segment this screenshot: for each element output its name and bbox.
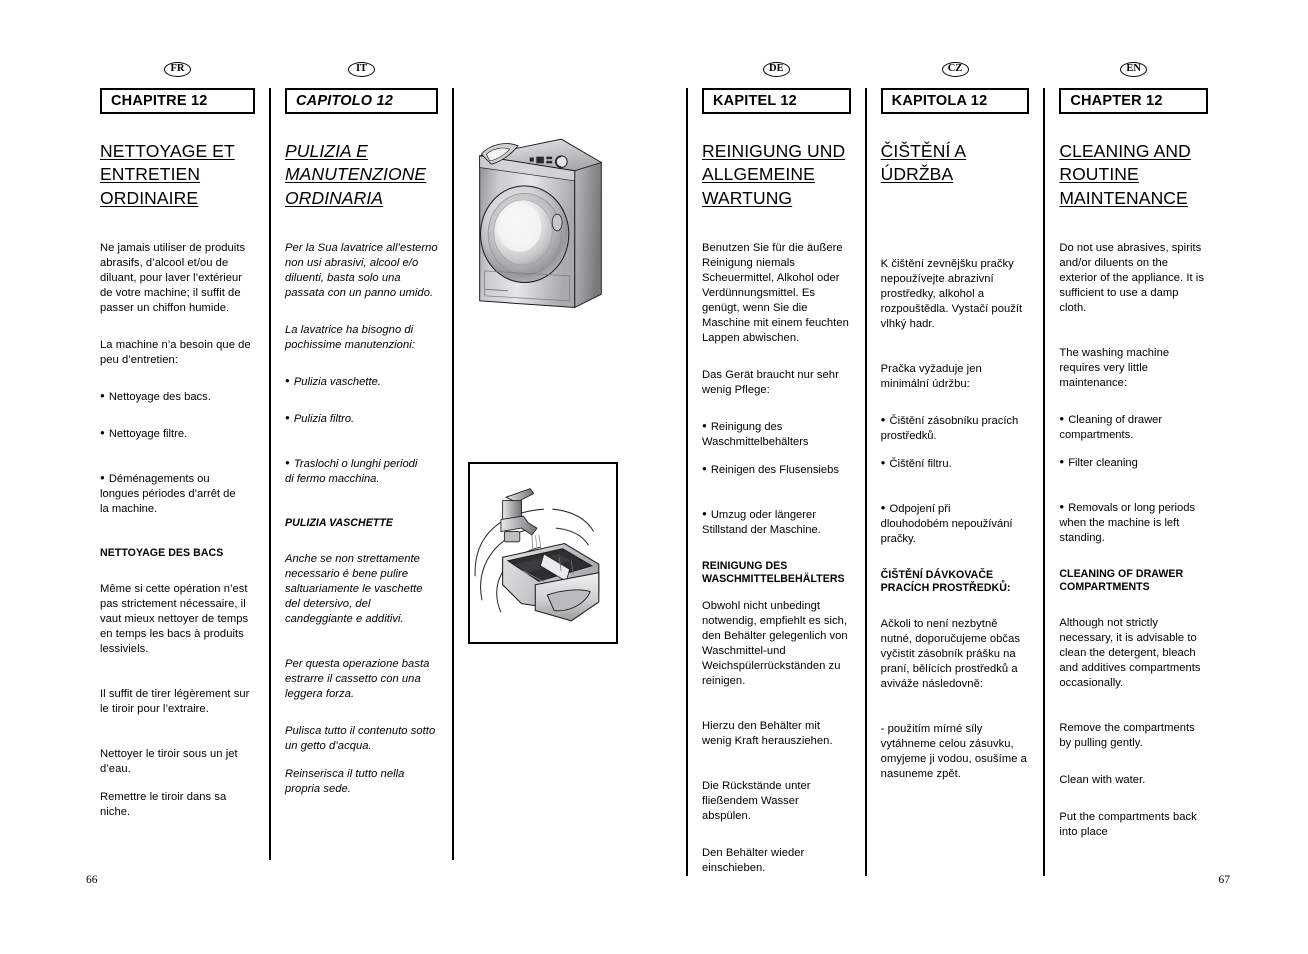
- bullet-item: Pulizia vaschette.: [285, 375, 438, 390]
- page-left-columns: FR CHAPITRE 12 NETTOYAGE ET ENTRETIEN OR…: [86, 62, 636, 860]
- language-badge-row-cz: CZ: [867, 62, 1044, 82]
- chapter-box-en: CHAPTER 12: [1059, 88, 1209, 114]
- intro-text-cz: K čištění zevnějšku pračky nepoužívejte …: [880, 257, 1023, 330]
- lead-text-de: Das Gerät braucht nur sehr wenig Pflege:: [702, 368, 839, 396]
- section-title-en-line-3: MAINTENANCE: [1059, 187, 1188, 208]
- bullet-item: Čištění zásobníku pracích prostředků.: [881, 414, 1030, 444]
- chapter-box-de: KAPITEL 12: [702, 88, 851, 114]
- sub-head-fr: NETTOYAGE DES BACS: [100, 546, 224, 559]
- section-title-cz: ČIŠTĚNÍ A ÚDRŽBA: [881, 140, 1030, 187]
- language-badge-en: EN: [1120, 62, 1148, 77]
- paragraph: Put the compartments back into place: [1059, 811, 1197, 839]
- column-cz: CZ KAPITOLA 12 ČIŠTĚNÍ A ÚDRŽBA K čištěn…: [864, 62, 1044, 877]
- paragraph: Clean with water.: [1059, 774, 1146, 787]
- section-title-it-line-3: ORDINARIA: [285, 187, 384, 208]
- manual-page-spread: FR CHAPITRE 12 NETTOYAGE ET ENTRETIEN OR…: [0, 0, 1308, 954]
- chapter-box-cz: KAPITOLA 12: [880, 88, 1030, 114]
- paragraph: Die Rückstände unter fließendem Wasser a…: [702, 780, 811, 823]
- section-title-de: REINIGUNG UND ALLGEMEINE WARTUNG: [702, 140, 851, 210]
- bullet-item: Pulizia filtro.: [285, 412, 438, 427]
- paragraph: Reinserisca il tutto nella propria sede.: [285, 768, 405, 796]
- section-title-cz-line-1: ČIŠTĚNÍ A ÚDRŽBA: [880, 141, 967, 185]
- column-it: IT CAPITOLO 12 PULIZIA E MANUTENZIONE OR…: [269, 62, 452, 860]
- paragraph: Den Behälter wieder einschieben.: [702, 847, 805, 875]
- intro-text-fr: Ne jamais utiliser de produits abrasifs,…: [100, 241, 246, 314]
- lead-text-fr: La machine n’a besoin que de peu d’entre…: [100, 338, 251, 366]
- paragraph: Même si cette opération n’est pas strict…: [100, 583, 249, 656]
- section-title-fr: NETTOYAGE ET ENTRETIEN ORDINAIRE: [100, 140, 255, 210]
- section-title-fr-line-2: ENTRETIEN: [100, 164, 201, 185]
- intro-text-it: Per la Sua lavatrice all’esterno non usi…: [285, 241, 438, 299]
- chapter-box-it: CAPITOLO 12: [285, 88, 438, 114]
- paragraph: Anche se non strettamente necessario é b…: [285, 553, 423, 626]
- language-badge-it: IT: [348, 62, 375, 77]
- section-title-it-line-1: PULIZIA E: [285, 141, 368, 161]
- page-right: DE KAPITEL 12 REINIGUNG UND ALLGEMEINE W…: [654, 0, 1308, 954]
- bullet-item: Filter cleaning: [1059, 456, 1208, 471]
- chapter-box-fr: CHAPITRE 12: [100, 88, 255, 114]
- page-number-right: 67: [1218, 874, 1231, 886]
- paragraph: Remove the compartments by pulling gentl…: [1059, 722, 1195, 750]
- paragraph: Hierzu den Behälter mit wenig Kraft hera…: [702, 720, 833, 748]
- paragraph: Pulisca tutto il contenuto sotto un gett…: [285, 725, 436, 753]
- lead-text-en: The washing machine requires very little…: [1059, 346, 1170, 389]
- language-badge-row-fr: FR: [86, 62, 269, 82]
- section-title-fr-line-1: NETTOYAGE ET: [100, 141, 235, 161]
- bullet-item: Cleaning of drawer compartments.: [1059, 413, 1208, 443]
- illustration-washing-machine: [468, 110, 618, 340]
- language-badge-row-en: EN: [1045, 62, 1222, 82]
- section-title-en: CLEANING AND ROUTINE MAINTENANCE: [1059, 140, 1208, 210]
- language-badge-de: DE: [762, 62, 790, 77]
- column-en: EN CHAPTER 12 CLEANING AND ROUTINE MAINT…: [1043, 62, 1222, 877]
- section-title-it: PULIZIA E MANUTENZIONE ORDINARIA: [285, 140, 438, 210]
- lead-text-cz: Pračka vyžaduje jen minimální údržbu:: [880, 362, 982, 390]
- section-title-fr-line-3: ORDINAIRE: [100, 187, 199, 208]
- bullet-item: Nettoyage des bacs.: [100, 390, 255, 405]
- column-fr: FR CHAPITRE 12 NETTOYAGE ET ENTRETIEN OR…: [86, 62, 269, 860]
- paragraph: Remettre le tiroir dans sa niche.: [100, 791, 227, 819]
- paragraph: Il suffit de tirer légèrement sur le tir…: [100, 688, 250, 716]
- bullet-item: Reinigung des Waschmittelbehälters: [702, 420, 851, 450]
- intro-text-de: Benutzen Sie für die äußere Reinigung ni…: [702, 241, 849, 344]
- bullet-item: Čištění filtru.: [881, 457, 1030, 472]
- language-badge-fr: FR: [164, 62, 191, 77]
- section-title-it-line-2: MANUTENZIONE: [285, 164, 427, 185]
- section-title-de-line-3: WARTUNG: [702, 187, 793, 208]
- section-title-en-line-2: ROUTINE: [1059, 164, 1139, 185]
- sub-head-cz: ČIŠTĚNÍ DÁVKOVAČE PRACÍCH PROSTŘEDKŮ:: [880, 568, 1011, 594]
- column-illustrations: [452, 88, 632, 860]
- language-badge-row-it: IT: [271, 62, 452, 82]
- paragraph: Although not strictly necessary, it is a…: [1059, 617, 1201, 690]
- sub-head-de: REINIGUNG DES WASCHMITTELBEHÄLTERS: [702, 559, 845, 586]
- bullet-item: Reinigen des Flusensiebs: [702, 463, 851, 478]
- spread: FR CHAPITRE 12 NETTOYAGE ET ENTRETIEN OR…: [0, 0, 1308, 954]
- intro-text-en: Do not use abrasives, spirits and/or dil…: [1059, 241, 1204, 314]
- page-left: FR CHAPITRE 12 NETTOYAGE ET ENTRETIEN OR…: [0, 0, 654, 954]
- lead-text-it: La lavatrice ha bisogno di pochissime ma…: [285, 323, 415, 351]
- section-title-de-line-1: REINIGUNG UND: [702, 141, 846, 161]
- section-title-en-line-1: CLEANING AND: [1059, 141, 1191, 161]
- bullet-item: Umzug oder längerer Stillstand der Masch…: [702, 508, 851, 538]
- sub-head-it: PULIZIA VASCHETTE: [285, 516, 393, 529]
- language-badge-cz: CZ: [941, 62, 969, 77]
- bullet-item: Déménagements ou longues périodes d’arrê…: [100, 472, 255, 517]
- page-number-left: 66: [86, 874, 98, 886]
- paragraph: Nettoyer le tiroir sous un jet d’eau.: [100, 748, 238, 776]
- bullet-item: Traslochi o lunghi periodi di fermo macc…: [285, 457, 438, 487]
- page-right-columns: DE KAPITEL 12 REINIGUNG UND ALLGEMEINE W…: [686, 62, 1222, 877]
- language-badge-row-de: DE: [688, 62, 865, 82]
- paragraph: Obwohl nicht unbedingt notwendig, empfie…: [702, 600, 848, 688]
- paragraph: - použitím mírné síly vytáhneme celou zá…: [880, 723, 1027, 780]
- paragraph: Ačkoli to není nezbytně nutné, doporučuj…: [880, 618, 1020, 690]
- section-title-de-line-2: ALLGEMEINE: [702, 164, 815, 185]
- bullet-item: Removals or long periods when the machin…: [1059, 501, 1208, 546]
- bullet-item: Odpojení při dlouhodobém nepoužívání pra…: [881, 502, 1030, 547]
- illustration-drawer-rinse: [468, 462, 618, 644]
- sub-head-en: CLEANING OF DRAWER COMPARTMENTS: [1059, 567, 1184, 594]
- bullet-item: Nettoyage filtre.: [100, 427, 255, 442]
- column-de: DE KAPITEL 12 REINIGUNG UND ALLGEMEINE W…: [686, 62, 865, 877]
- paragraph: Per questa operazione basta estrarre il …: [285, 658, 430, 701]
